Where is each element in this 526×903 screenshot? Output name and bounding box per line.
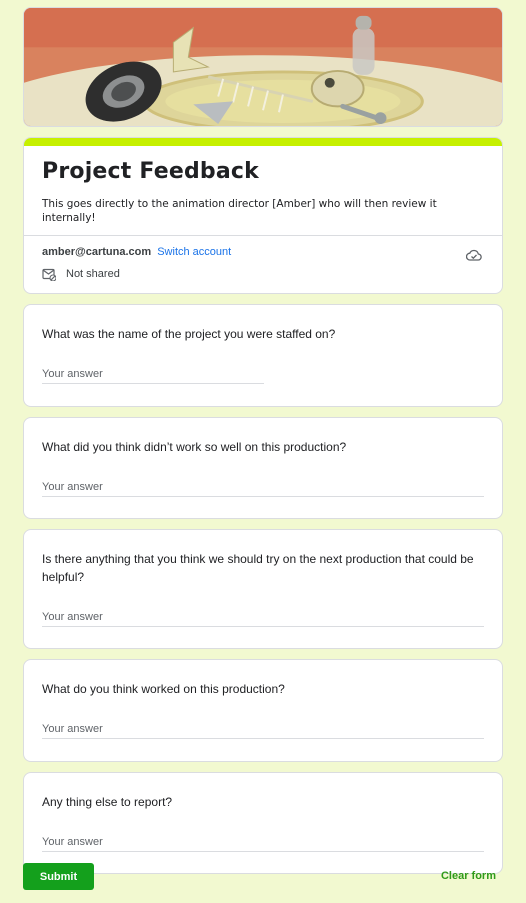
question-text: What do you think worked on this product… bbox=[42, 682, 285, 696]
form-actions: Submit Clear form bbox=[23, 863, 503, 890]
answer-input[interactable] bbox=[42, 719, 484, 739]
form-container: Project Feedback This goes directly to t… bbox=[23, 7, 503, 874]
form-description: This goes directly to the animation dire… bbox=[42, 198, 437, 224]
shared-status: Not shared bbox=[66, 268, 120, 280]
answer-input[interactable] bbox=[42, 607, 484, 627]
question-text: Any thing else to report? bbox=[42, 795, 173, 809]
switch-account-link[interactable]: Switch account bbox=[157, 246, 231, 258]
accent-bar bbox=[24, 138, 502, 146]
cloud-check-icon bbox=[466, 249, 482, 261]
banner-illustration bbox=[24, 8, 502, 126]
header-banner-image bbox=[23, 7, 503, 127]
answer-input[interactable] bbox=[42, 832, 484, 852]
answer-input[interactable] bbox=[42, 477, 484, 497]
clear-form-button[interactable]: Clear form bbox=[441, 870, 496, 882]
question-card: What do you think worked on this product… bbox=[23, 659, 503, 762]
submit-button[interactable]: Submit bbox=[23, 863, 94, 890]
question-card: Any thing else to report? bbox=[23, 772, 503, 874]
question-card: What did you think didn’t work so well o… bbox=[23, 417, 503, 519]
answer-input[interactable] bbox=[42, 364, 264, 384]
account-section: amber@cartuna.com Switch account Not sha… bbox=[24, 236, 502, 293]
question-text: Is there anything that you think we shou… bbox=[42, 552, 474, 584]
question-text: What did you think didn’t work so well o… bbox=[42, 440, 347, 454]
account-email: amber@cartuna.com bbox=[42, 246, 152, 258]
question-card: Is there anything that you think we shou… bbox=[23, 529, 503, 649]
question-text: What was the name of the project you wer… bbox=[42, 327, 336, 341]
not-shared-icon bbox=[42, 268, 56, 281]
question-card: What was the name of the project you wer… bbox=[23, 304, 503, 407]
form-title: Project Feedback bbox=[42, 159, 259, 184]
form-header-card: Project Feedback This goes directly to t… bbox=[23, 137, 503, 294]
